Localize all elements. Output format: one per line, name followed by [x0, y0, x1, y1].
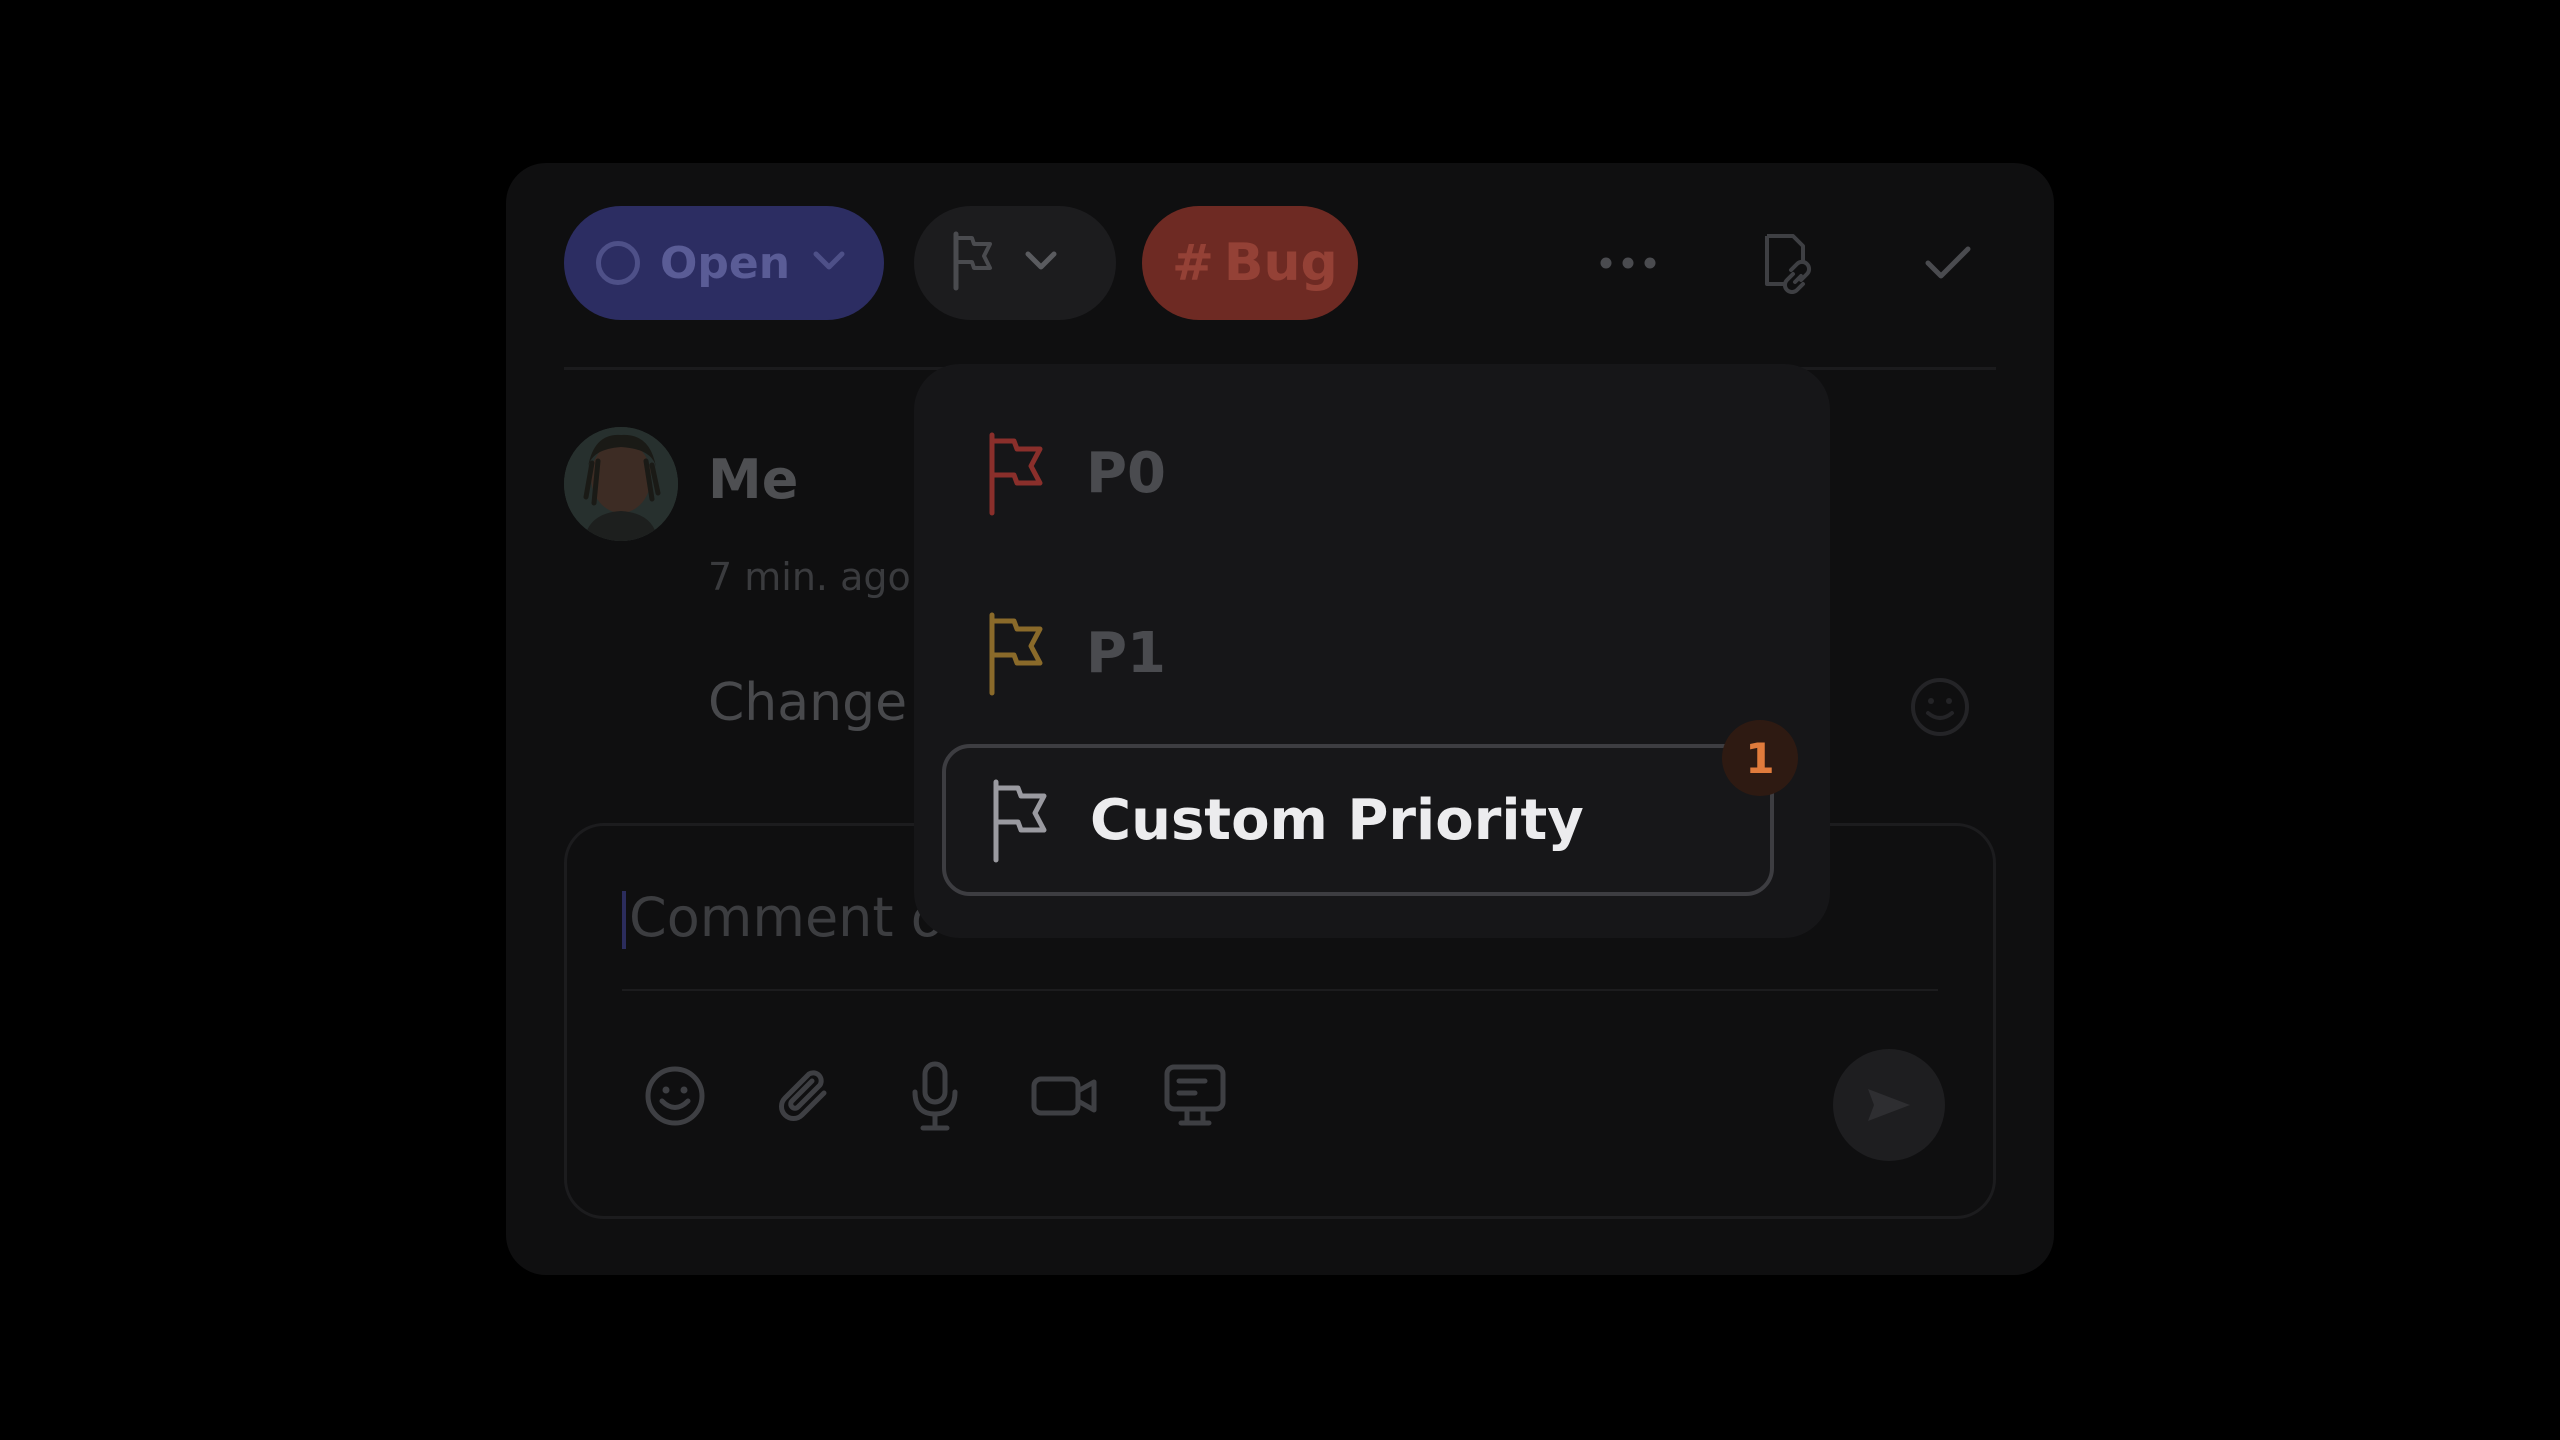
chevron-down-icon: [1024, 250, 1058, 276]
menu-item-p0[interactable]: P0: [942, 397, 1774, 549]
status-circle-icon: [596, 241, 640, 285]
comment-text: Change: [708, 673, 908, 733]
more-icon[interactable]: [1588, 223, 1668, 303]
priority-dropdown[interactable]: [914, 206, 1116, 320]
priority-menu: P0 P1 Custom Priority 1: [914, 364, 1830, 938]
send-icon: [1868, 1089, 1910, 1121]
chevron-down-icon: [812, 250, 846, 276]
composer-divider: [622, 989, 1938, 991]
status-label: Open: [660, 237, 791, 289]
menu-item-label: P0: [1086, 440, 1167, 506]
flag-icon: [989, 432, 1043, 516]
screen-record-icon[interactable]: [1155, 1056, 1235, 1136]
avatar: [564, 427, 678, 541]
check-icon[interactable]: [1908, 223, 1988, 303]
flag-icon: [950, 230, 996, 296]
menu-item-label: P1: [1086, 620, 1167, 686]
video-icon[interactable]: [1025, 1056, 1105, 1136]
comment-author: Me: [708, 448, 799, 511]
copy-link-icon[interactable]: [1748, 223, 1828, 303]
tag-label: Bug: [1223, 233, 1338, 293]
status-dropdown[interactable]: Open: [564, 206, 884, 320]
menu-item-label: Custom Priority: [1090, 787, 1584, 853]
comment-time: 7 min. ago: [708, 555, 911, 599]
text-caret: [622, 891, 626, 949]
tag-hash: #: [1172, 234, 1214, 292]
menu-item-p1[interactable]: P1: [942, 577, 1774, 729]
flag-icon: [993, 779, 1047, 863]
menu-item-custom-priority[interactable]: Custom Priority 1: [942, 720, 1798, 896]
attachment-icon[interactable]: [765, 1056, 845, 1136]
tag-badge[interactable]: # Bug: [1142, 206, 1358, 320]
add-reaction-icon[interactable]: [1906, 673, 1974, 741]
send-button[interactable]: [1833, 1049, 1945, 1161]
microphone-icon[interactable]: [895, 1056, 975, 1136]
overlay-backdrop: Open # Bug Me 7 min. ago Change Comment …: [0, 0, 2560, 1440]
emoji-icon[interactable]: [635, 1056, 715, 1136]
task-toolbar: Open # Bug: [506, 163, 2054, 368]
comment-input[interactable]: Comment o: [629, 886, 944, 949]
step-badge: 1: [1722, 720, 1798, 796]
flag-icon: [989, 612, 1043, 696]
